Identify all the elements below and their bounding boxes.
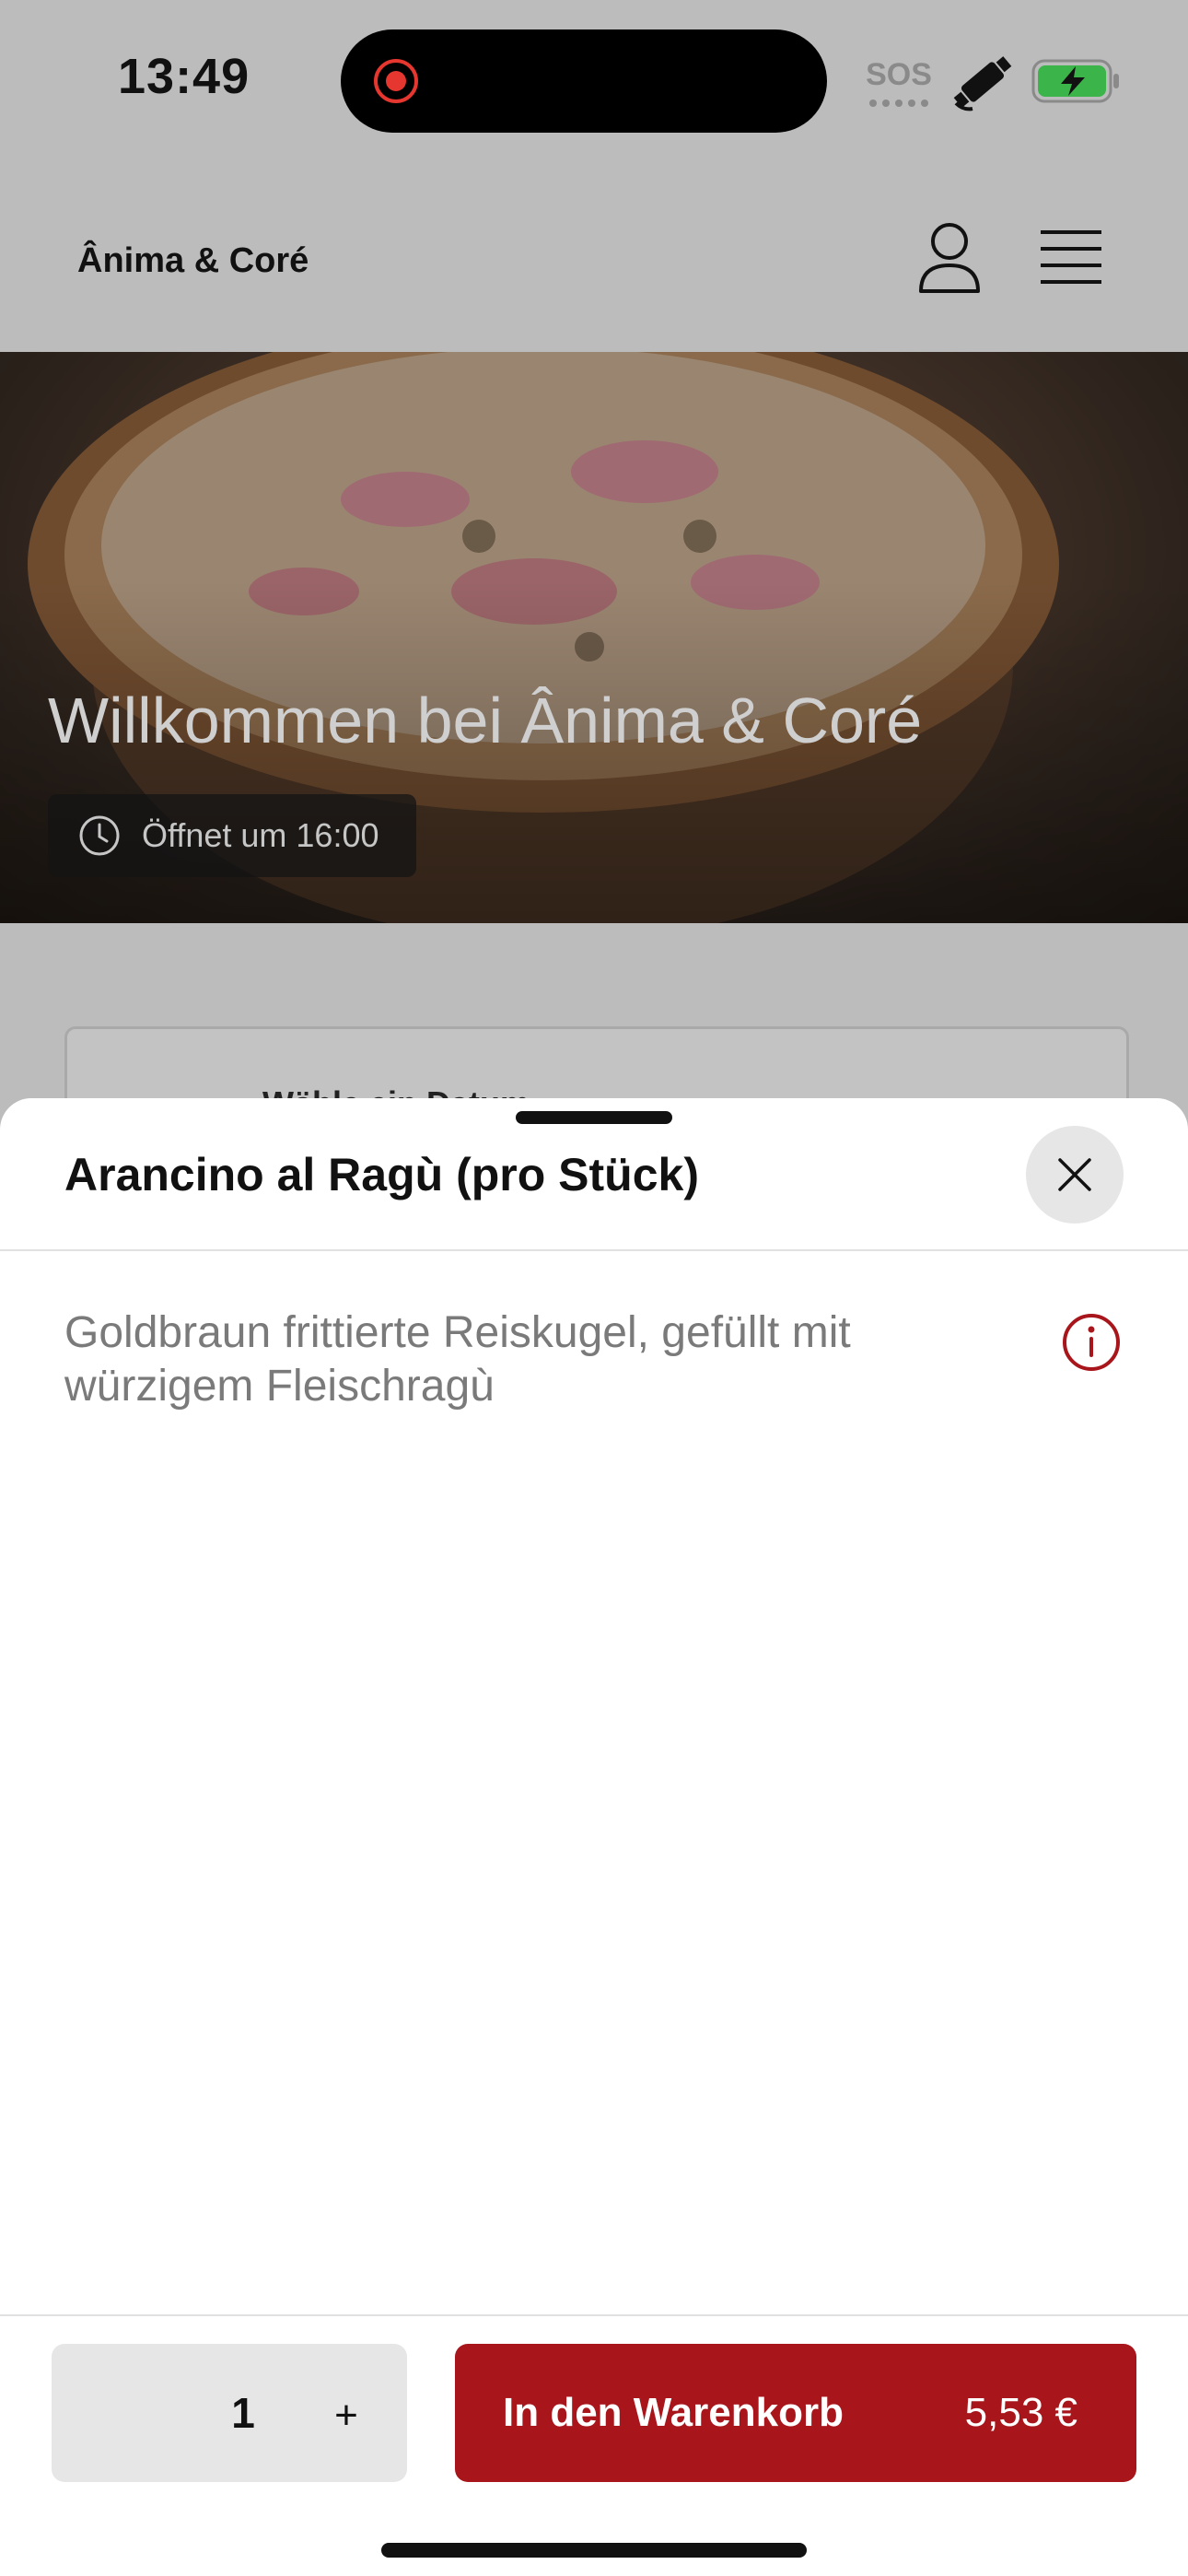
satellite-icon	[953, 56, 1012, 111]
opening-hours-text: Öffnet um 16:00	[142, 816, 379, 854]
product-sheet: Arancino al Ragù (pro Stück) Goldbraun f…	[0, 1098, 1188, 2576]
increase-quantity-button[interactable]: +	[319, 2388, 374, 2443]
add-to-cart-label: In den Warenkorb	[503, 2390, 844, 2435]
product-price: 5,53 €	[964, 2390, 1077, 2435]
sheet-divider	[0, 1249, 1188, 1251]
screen-recording-icon	[374, 59, 418, 103]
product-title: Arancino al Ragù (pro Stück)	[64, 1149, 699, 1200]
sos-label: SOS	[866, 57, 932, 92]
hero-banner: Willkommen bei Ânima & Coré Öffnet um 16…	[0, 352, 1188, 923]
close-icon	[1058, 1158, 1091, 1191]
quantity-value: 1	[231, 2389, 255, 2437]
menu-icon[interactable]	[1037, 225, 1105, 289]
opening-hours-badge: Öffnet um 16:00	[48, 794, 416, 877]
dynamic-island	[341, 29, 827, 133]
product-description: Goldbraun frittierte Reiskugel, gefüllt …	[64, 1308, 851, 1411]
clock-icon	[79, 815, 120, 856]
close-button[interactable]	[1026, 1126, 1124, 1224]
user-icon[interactable]	[915, 217, 984, 295]
app-header: Ânima & Coré	[0, 166, 1188, 352]
info-icon[interactable]	[1061, 1312, 1122, 1373]
hero-title: Willkommen bei Ânima & Coré	[48, 685, 923, 756]
battery-charging-icon	[1031, 59, 1119, 103]
home-indicator	[381, 2543, 807, 2558]
sheet-grabber[interactable]	[516, 1111, 672, 1124]
status-bar: 13:49 SOS	[0, 0, 1188, 166]
sos-icon: SOS	[866, 57, 932, 107]
status-time: 13:49	[118, 49, 250, 104]
add-to-cart-button[interactable]: In den Warenkorb 5,53 €	[455, 2344, 1136, 2482]
footer-divider	[0, 2314, 1188, 2316]
brand-name[interactable]: Ânima & Coré	[77, 241, 309, 281]
